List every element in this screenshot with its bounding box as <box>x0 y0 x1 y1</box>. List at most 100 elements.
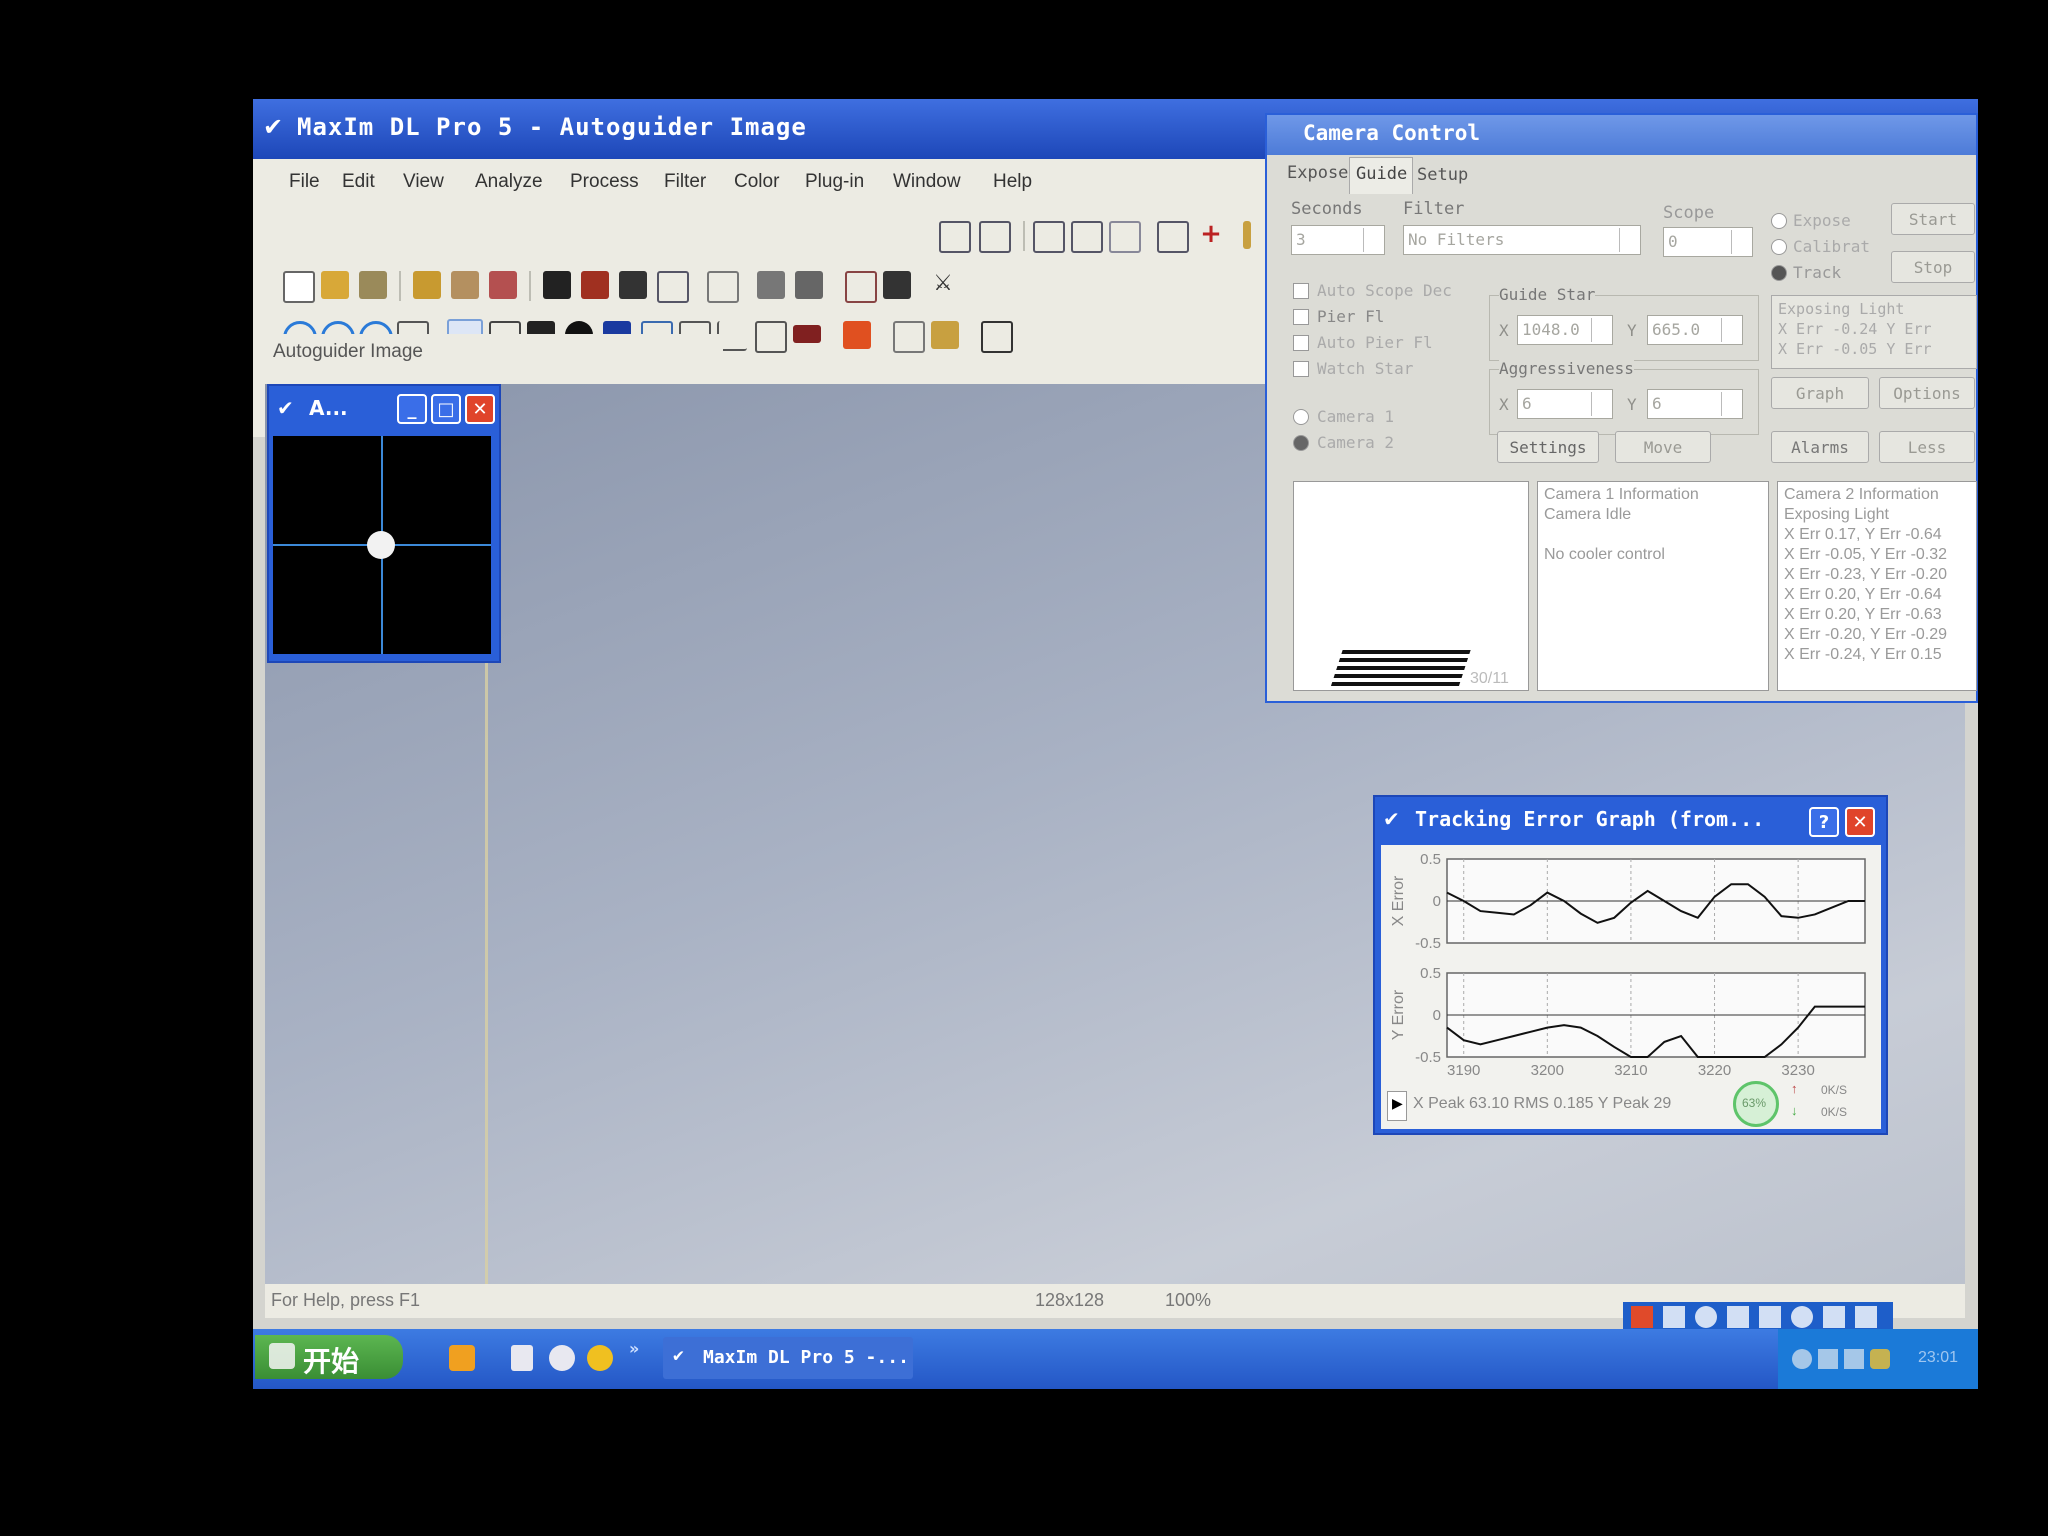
scope-input[interactable]: 0 <box>1663 227 1753 257</box>
mosaic-icon[interactable] <box>981 321 1013 353</box>
user-icon[interactable] <box>1791 1306 1813 1328</box>
input-method-bar[interactable] <box>1623 1302 1893 1332</box>
camera-2-radio[interactable] <box>1293 435 1309 451</box>
process-icon[interactable] <box>1033 221 1065 253</box>
open-folder-icon[interactable] <box>321 271 349 299</box>
guide-x-input[interactable]: 1048.0 <box>1517 315 1613 345</box>
volume-icon[interactable] <box>1818 1349 1838 1369</box>
save-as-icon[interactable] <box>581 271 609 299</box>
seconds-spinner[interactable] <box>1363 228 1382 252</box>
maximize-button[interactable]: □ <box>431 394 461 424</box>
guide-y-spinner[interactable] <box>1721 318 1740 342</box>
watch-star-checkbox[interactable] <box>1293 361 1309 377</box>
menu-process[interactable]: Process <box>570 171 639 193</box>
menu-color[interactable]: Color <box>734 171 779 193</box>
chinese-mode-icon[interactable] <box>1663 1306 1685 1328</box>
aggr-y-input[interactable]: 6 <box>1647 389 1743 419</box>
auto-scope-dec-checkbox[interactable] <box>1293 283 1309 299</box>
less-button[interactable]: Less <box>1879 431 1975 463</box>
alarms-button[interactable]: Alarms <box>1771 431 1869 463</box>
scope-spinner[interactable] <box>1731 230 1750 254</box>
aggr-x-spinner[interactable] <box>1591 392 1610 416</box>
settings-button[interactable]: Settings <box>1497 431 1599 463</box>
sogou-icon[interactable] <box>1631 1306 1653 1328</box>
convert-icon[interactable] <box>489 271 517 299</box>
stop-button[interactable]: Stop <box>1891 251 1975 283</box>
annotate-icon[interactable] <box>931 321 959 349</box>
play-button[interactable]: ▶ <box>1387 1091 1407 1121</box>
add-icon[interactable]: + <box>1197 221 1225 249</box>
camera-1-radio[interactable] <box>1293 409 1309 425</box>
menu-help[interactable]: Help <box>993 171 1032 193</box>
aggr-x-input[interactable]: 6 <box>1517 389 1613 419</box>
print-preview-icon[interactable] <box>707 271 739 303</box>
copy-icon[interactable] <box>1157 221 1189 253</box>
seconds-input[interactable]: 3 <box>1291 225 1385 255</box>
print-icon[interactable] <box>795 271 823 299</box>
grid-icon[interactable] <box>893 321 925 353</box>
refresh-icon[interactable] <box>1844 1349 1864 1369</box>
save-all-icon[interactable] <box>619 271 647 299</box>
mode-track-radio[interactable] <box>1771 265 1787 281</box>
start-button[interactable]: Start <box>1891 203 1975 235</box>
auto-pier-flip-checkbox[interactable] <box>1293 335 1309 351</box>
measure-icon[interactable] <box>1109 221 1141 253</box>
camera-icon[interactable] <box>845 271 877 303</box>
browse-icon[interactable] <box>413 271 441 299</box>
tab-setup[interactable]: Setup <box>1417 165 1468 185</box>
tracking-error-graph-window[interactable]: ✔ Tracking Error Graph (from... ? ✕ 0.5 0… <box>1373 795 1888 1135</box>
menu-edit[interactable]: Edit <box>342 171 375 193</box>
help-button[interactable]: ? <box>1809 807 1839 837</box>
mode-expose-radio[interactable] <box>1771 213 1787 229</box>
quicklaunch-icon[interactable] <box>549 1345 575 1371</box>
close-button[interactable]: ✕ <box>465 394 495 424</box>
quicklaunch-icon[interactable] <box>449 1345 475 1371</box>
pier-flip-checkbox[interactable] <box>1293 309 1309 325</box>
blink-icon[interactable] <box>755 321 787 353</box>
battery-icon[interactable] <box>793 325 821 343</box>
guide-y-input[interactable]: 665.0 <box>1647 315 1743 345</box>
filter-select[interactable]: No Filters <box>1403 225 1641 255</box>
network-icon[interactable] <box>1792 1349 1812 1369</box>
stack-icon[interactable] <box>979 221 1011 253</box>
menu-analyze[interactable]: Analyze <box>475 171 543 193</box>
mode-calibrate-radio[interactable] <box>1771 239 1787 255</box>
guide-x-spinner[interactable] <box>1591 318 1610 342</box>
save-icon[interactable] <box>543 271 571 299</box>
align-icon[interactable] <box>1071 221 1103 253</box>
color-stack-icon[interactable] <box>843 321 871 349</box>
batch-save-icon[interactable] <box>657 271 689 303</box>
moon-icon[interactable] <box>1695 1306 1717 1328</box>
move-button[interactable]: Move <box>1615 431 1711 463</box>
quicklaunch-icon[interactable] <box>587 1345 613 1371</box>
tab-guide[interactable]: Guide <box>1349 157 1413 194</box>
security-shield-icon[interactable] <box>1870 1349 1890 1369</box>
camera-control-titlebar[interactable]: Camera Control <box>1267 115 1976 155</box>
minimize-button[interactable]: _ <box>397 394 427 424</box>
print-setup-icon[interactable] <box>757 271 785 299</box>
punctuation-icon[interactable] <box>1727 1306 1749 1328</box>
autoguider-image-window[interactable]: ✔ A... _ □ ✕ <box>267 384 501 663</box>
histogram-icon[interactable] <box>939 221 971 253</box>
taskbar-item-maxim[interactable]: ✔ MaxIm DL Pro 5 -... <box>663 1337 913 1379</box>
quicklaunch-icon[interactable] <box>511 1345 533 1371</box>
new-file-icon[interactable] <box>283 271 315 303</box>
menu-filter[interactable]: Filter <box>664 171 706 193</box>
close-button[interactable]: ✕ <box>1845 807 1875 837</box>
brush-icon[interactable] <box>1243 221 1251 249</box>
import-icon[interactable] <box>451 271 479 299</box>
graph-button[interactable]: Graph <box>1771 377 1869 409</box>
tab-expose[interactable]: Expose <box>1287 163 1348 183</box>
options-button[interactable]: Options <box>1879 377 1975 409</box>
menu-file[interactable]: File <box>289 171 320 193</box>
settings-icon[interactable] <box>1855 1306 1877 1328</box>
telescope-icon[interactable]: ⚔ <box>929 271 957 299</box>
more-icon[interactable]: » <box>629 1339 639 1358</box>
menu-plugin[interactable]: Plug-in <box>805 171 864 193</box>
start-button[interactable]: 开始 <box>255 1335 403 1379</box>
menu-view[interactable]: View <box>403 171 444 193</box>
keyboard-icon[interactable] <box>1759 1306 1781 1328</box>
guide-star-image[interactable] <box>273 436 491 654</box>
open-recent-icon[interactable] <box>359 271 387 299</box>
aggr-y-spinner[interactable] <box>1721 392 1740 416</box>
